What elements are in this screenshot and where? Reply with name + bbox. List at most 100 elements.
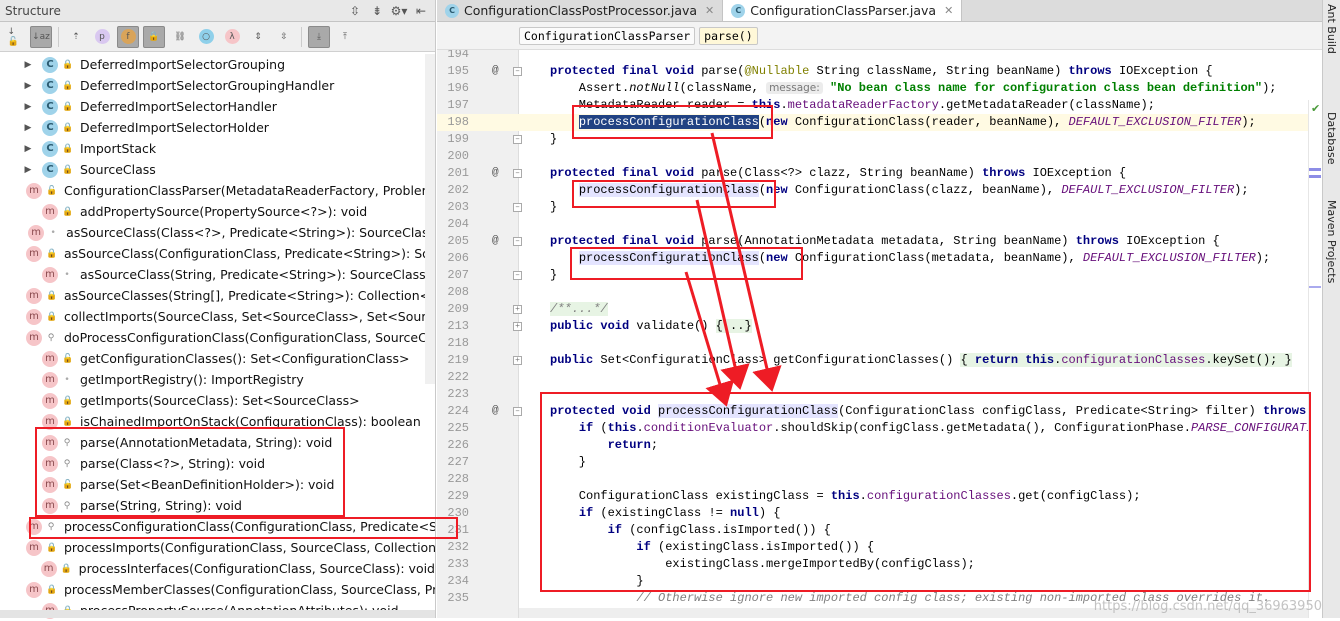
tree-item[interactable]: m 🔒 isChainedImportOnStack(ConfigurationCl… (0, 411, 435, 432)
tree-item[interactable]: ▶ C 🔒 DeferredImportSelectorHandler (0, 96, 435, 117)
code-line[interactable]: 204 (437, 216, 1322, 233)
code-line[interactable]: 227 } (437, 454, 1322, 471)
maven-projects-tab[interactable]: Maven Projects (1325, 200, 1338, 283)
override-marker-icon[interactable]: @ (492, 233, 499, 250)
tree-item[interactable]: ▶ C 🔒 DeferredImportSelectorHolder (0, 117, 435, 138)
tree-item[interactable]: m • asSourceClass(String, Predicate<String… (0, 264, 435, 285)
fold-collapse-icon[interactable]: – (513, 407, 522, 416)
show-lambdas-button[interactable]: λ (221, 26, 243, 48)
code-line[interactable]: 232 if (existingClass.isImported()) { (437, 539, 1322, 556)
close-icon[interactable]: ✕ (944, 4, 953, 17)
expand-arrow-icon[interactable]: ▶ (20, 81, 36, 91)
show-properties-button[interactable]: p (91, 26, 113, 48)
code-line[interactable]: 202 processConfigurationClass(new Config… (437, 182, 1322, 199)
code-line[interactable]: 201 @ – protected final void parse(Class<?>… (437, 165, 1322, 182)
tree-item[interactable]: m 🔓 getConfigurationClasses(): Set<Configu… (0, 348, 435, 369)
code-line[interactable]: 207 –} (437, 267, 1322, 284)
tree-item[interactable]: m 🔒 addPropertySource(PropertySource<?>): … (0, 201, 435, 222)
code-line[interactable]: 225 if (this.conditionEvaluator.shouldSk… (437, 420, 1322, 437)
sort-visibility-button[interactable]: ↓🔓 (4, 26, 26, 48)
fold-collapse-icon[interactable]: – (513, 169, 522, 178)
hide-icon[interactable]: ⇤ (412, 4, 430, 18)
expand-arrow-icon[interactable]: ▶ (20, 123, 36, 133)
gear-icon[interactable]: ⚙▾ (390, 4, 408, 18)
tree-item[interactable]: m 🔒 processImports(ConfigurationClass, Sou… (0, 537, 435, 558)
structure-scrollbar[interactable] (425, 54, 435, 384)
code-line[interactable]: 219 + public Set<ConfigurationClass> getCo… (437, 352, 1322, 369)
fold-expand-icon[interactable]: + (513, 322, 522, 331)
ant-build-tab[interactable]: Ant Build (1325, 4, 1338, 54)
horizontal-scrollbar[interactable] (0, 610, 435, 618)
override-marker-icon[interactable]: @ (492, 165, 499, 182)
expand-arrow-icon[interactable]: ▶ (20, 60, 36, 70)
code-line[interactable]: 229 ConfigurationClass existingClass = t… (437, 488, 1322, 505)
code-line[interactable]: 233 existingClass.mergeImportedBy(config… (437, 556, 1322, 573)
show-anonymous-button[interactable]: ⛓ (169, 26, 191, 48)
code-line[interactable]: 206 processConfigurationClass(new Config… (437, 250, 1322, 267)
tree-item[interactable]: ▶ C 🔒 DeferredImportSelectorGrouping (0, 54, 435, 75)
database-tab[interactable]: Database (1325, 112, 1338, 165)
show-non-public-button[interactable]: 🔒 (143, 25, 165, 48)
tree-item[interactable]: m ⚲ processConfigurationClass(Configuratio… (0, 516, 435, 537)
code-line[interactable]: 223 (437, 386, 1322, 403)
breadcrumb-method[interactable]: parse() (699, 26, 758, 45)
fold-collapse-icon[interactable]: – (513, 271, 522, 280)
tree-item[interactable]: ▶ C 🔒 SourceClass (0, 159, 435, 180)
override-marker-icon[interactable]: @ (492, 63, 499, 80)
expand-all-icon[interactable]: ⇳ (346, 4, 364, 18)
tree-item[interactable]: m 🔒 collectImports(SourceClass, Set<Source… (0, 306, 435, 327)
tree-item[interactable]: m 🔒 asSourceClass(ConfigurationClass, Pred… (0, 243, 435, 264)
code-line[interactable]: 196 Assert.notNull(className, message: "… (437, 80, 1322, 97)
code-line[interactable]: 234 } (437, 573, 1322, 590)
tree-item[interactable]: ▶ C 🔒 DeferredImportSelectorGroupingHandler (0, 75, 435, 96)
sort-alpha-button[interactable]: ↓az (30, 25, 52, 48)
code-line[interactable]: 209 + /**...*/ (437, 301, 1322, 318)
code-line[interactable]: 218 (437, 335, 1322, 352)
tree-item[interactable]: m ⚲ doProcessConfigurationClass(Configurat… (0, 327, 435, 348)
code-line[interactable]: 194 (437, 50, 1322, 63)
tree-item[interactable]: m 🔒 getImports(SourceClass): Set<SourceCla… (0, 390, 435, 411)
tree-item[interactable]: m 🔓 ConfigurationClassParser(MetadataReade… (0, 180, 435, 201)
show-interfaces-button[interactable]: ○ (195, 26, 217, 48)
show-inherited-button[interactable]: ⇡ (65, 26, 87, 48)
expand-arrow-icon[interactable]: ▶ (20, 102, 36, 112)
autoscroll-from-source-button[interactable]: ⤒ (334, 26, 356, 48)
code-line[interactable]: 213 + public void validate() {...} (437, 318, 1322, 335)
tab-file[interactable]: C ConfigurationClassParser.java ✕ (723, 0, 963, 21)
code-line[interactable]: 224 @ – protected void processConfiguration… (437, 403, 1322, 420)
breadcrumb-class[interactable]: ConfigurationClassParser (519, 26, 696, 45)
code-line[interactable]: 197 MetadataReader reader = this.metadat… (437, 97, 1322, 114)
close-icon[interactable]: ✕ (705, 4, 714, 17)
tree-item[interactable]: m ⚲ parse(String, String): void (0, 495, 435, 516)
code-line[interactable]: 205 @ – protected final void parse(Annotati… (437, 233, 1322, 250)
code-line[interactable]: 203 –} (437, 199, 1322, 216)
code-line[interactable]: 198 processConfigurationClass(new Config… (437, 114, 1322, 131)
code-line[interactable]: 199 –} (437, 131, 1322, 148)
fold-collapse-icon[interactable]: – (513, 67, 522, 76)
tab-file[interactable]: C ConfigurationClassPostProcessor.java ✕ (437, 0, 724, 21)
override-marker-icon[interactable]: @ (492, 403, 499, 420)
code-line[interactable]: 222 (437, 369, 1322, 386)
tree-item[interactable]: m • asSourceClass(Class<?>, Predicate<Stri… (0, 222, 435, 243)
fold-collapse-icon[interactable]: – (513, 203, 522, 212)
tree-item[interactable]: ▶ C 🔒 ImportStack (0, 138, 435, 159)
expand-arrow-icon[interactable]: ▶ (20, 165, 36, 175)
tree-item[interactable]: m • getImportRegistry(): ImportRegistry (0, 369, 435, 390)
code-line[interactable]: 230 if (existingClass != null) { (437, 505, 1322, 522)
code-line[interactable]: 200 (437, 148, 1322, 165)
tree-item[interactable]: m ⚲ parse(AnnotationMetadata, String): voi… (0, 432, 435, 453)
collapse-all-icon[interactable]: ⇟ (368, 4, 386, 18)
expand-button[interactable]: ⇕ (247, 26, 269, 48)
fold-collapse-icon[interactable]: – (513, 237, 522, 246)
code-line[interactable]: 195 @ – protected final void parse(@Nullabl… (437, 63, 1322, 80)
tree-item[interactable]: m ⚲ parse(Class<?>, String): void (0, 453, 435, 474)
fold-collapse-icon[interactable]: – (513, 135, 522, 144)
fold-expand-icon[interactable]: + (513, 356, 522, 365)
code-line[interactable]: 226 return; (437, 437, 1322, 454)
fold-expand-icon[interactable]: + (513, 305, 522, 314)
tree-item[interactable]: m 🔓 parse(Set<BeanDefinitionHolder>): void (0, 474, 435, 495)
tree-item[interactable]: m 🔒 processMemberClasses(ConfigurationClas… (0, 579, 435, 600)
code-line[interactable]: 208 (437, 284, 1322, 301)
expand-arrow-icon[interactable]: ▶ (20, 144, 36, 154)
autoscroll-to-source-button[interactable]: ⤓ (308, 25, 330, 48)
